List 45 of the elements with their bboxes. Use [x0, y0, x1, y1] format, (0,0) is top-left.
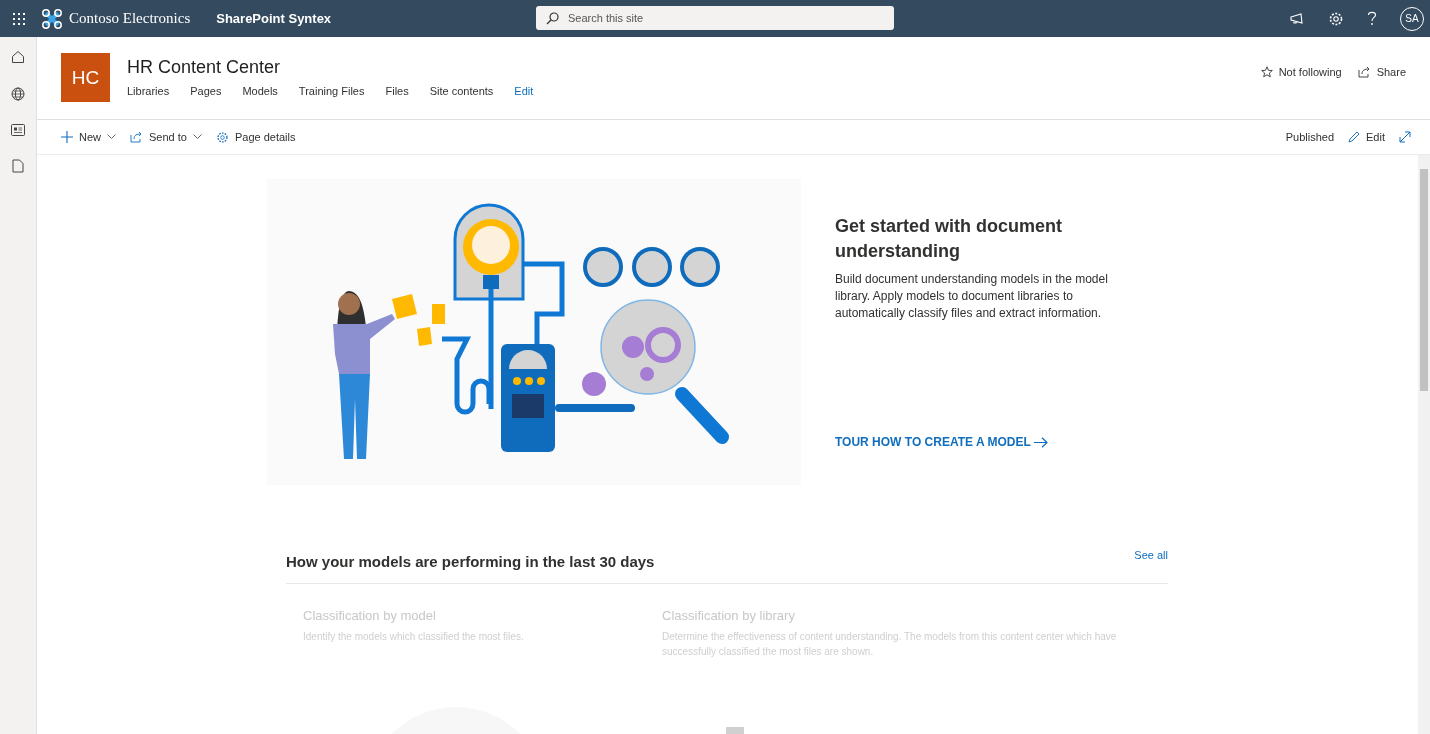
site-logo[interactable]: HC [61, 53, 110, 102]
site-nav-link[interactable]: Site contents [429, 85, 494, 97]
globe-icon[interactable] [11, 87, 25, 101]
arrow-right-icon [1033, 436, 1048, 448]
pencil-icon [1348, 131, 1361, 143]
share-button[interactable]: Share [1357, 66, 1406, 78]
share-icon [130, 131, 143, 143]
tour-link[interactable]: TOUR HOW TO CREATE A MODEL [835, 435, 1135, 449]
expand-icon[interactable] [1399, 131, 1411, 143]
org-name[interactable]: Contoso Electronics [69, 10, 191, 27]
search-icon [546, 12, 559, 25]
settings-icon[interactable] [1328, 10, 1344, 27]
publish-status: Published [1285, 131, 1335, 143]
site-nav-link[interactable]: Files [385, 85, 409, 97]
new-button[interactable]: New [61, 131, 116, 143]
edit-nav-link[interactable]: Edit [514, 85, 534, 97]
logo-icon [41, 7, 63, 30]
send-to-button[interactable]: Send to [130, 131, 202, 143]
megaphone-icon[interactable] [1289, 11, 1305, 26]
loading-placeholder [726, 727, 744, 734]
site-nav-link[interactable]: Training Files [298, 85, 365, 97]
plus-icon [61, 131, 73, 143]
site-title[interactable]: HR Content Center [127, 57, 534, 78]
chevron-down-icon [192, 134, 202, 140]
star-icon [1260, 66, 1273, 78]
home-icon[interactable] [11, 50, 25, 64]
site-nav-link[interactable]: Pages [190, 85, 222, 97]
help-icon[interactable] [1367, 11, 1377, 26]
scrollbar[interactable] [1418, 155, 1430, 734]
news-icon[interactable] [11, 124, 25, 136]
see-all-link[interactable]: See all [1134, 549, 1168, 561]
search-field[interactable]: Search this site [536, 6, 894, 30]
chevron-down-icon [107, 134, 116, 140]
share-icon [1357, 66, 1371, 78]
edit-button[interactable]: Edit [1348, 131, 1385, 143]
site-nav-link[interactable]: Models [242, 85, 278, 97]
section-title: How your models are performing in the last 30 days [286, 553, 655, 570]
document-icon[interactable] [12, 159, 24, 173]
site-nav-link[interactable]: Libraries [127, 85, 170, 97]
hero-description: Build document understanding models in the model library. Apply models to document libraries to automatically classify files and extract information. [835, 271, 1109, 322]
page-details-button[interactable]: Page details [215, 130, 296, 144]
gear-icon [215, 130, 229, 144]
follow-button[interactable]: Not following [1260, 66, 1342, 78]
app-name[interactable]: SharePoint Syntex [216, 11, 332, 26]
hero-title: Get started with document understanding [835, 215, 1064, 263]
